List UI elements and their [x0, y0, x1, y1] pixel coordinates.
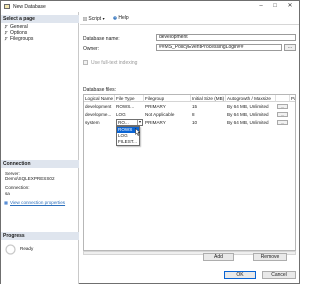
wrench-icon — [4, 30, 8, 34]
cell-filegroup[interactable]: PRIMARY — [144, 103, 191, 110]
dropdown-option-filestream[interactable]: FILEST... — [117, 139, 139, 145]
cell-initial-size[interactable]: 8 — [191, 111, 226, 118]
file-type-combo-value: RO... — [118, 120, 129, 125]
fulltext-checkbox[interactable] — [83, 60, 88, 65]
minimize-button[interactable]: – — [255, 2, 267, 11]
help-label: Help — [118, 15, 129, 21]
page-item-label: Filegroups — [10, 36, 34, 42]
remove-button[interactable]: Remove — [253, 253, 287, 261]
ok-button[interactable]: OK — [224, 271, 256, 279]
column-header-file-type[interactable]: File Type — [115, 95, 144, 102]
database-name-input[interactable]: development — [156, 34, 296, 41]
file-type-combo[interactable]: RO... ▼ — [116, 119, 143, 126]
column-header-logical-name[interactable]: Logical Name — [84, 95, 115, 102]
progress-status: Ready — [20, 246, 34, 251]
autogrowth-edit-button[interactable]: ... — [277, 104, 288, 109]
add-button[interactable]: Add — [203, 253, 234, 261]
view-connection-properties[interactable]: View connection properties — [4, 200, 65, 205]
page-item-filegroups[interactable]: Filegroups — [4, 36, 33, 42]
toolbar: Script ▾ ? Help — [80, 12, 299, 25]
view-connection-link: View connection properties — [10, 200, 66, 205]
column-header-blank — [276, 95, 290, 102]
server-value: Demo\SQLEXPRESS02 — [5, 176, 55, 181]
cell-file-type[interactable]: ROWS... — [115, 103, 144, 110]
autogrowth-edit-button[interactable]: ... — [277, 112, 288, 117]
left-panel: Select a page General Options Filegroups… — [1, 12, 79, 284]
cell-initial-size[interactable]: 15 — [191, 103, 226, 110]
wrench-icon — [4, 36, 8, 40]
column-header-initial-size[interactable]: Initial Size (MB) — [191, 95, 226, 102]
connection-label: Connection: — [5, 185, 30, 190]
cancel-button[interactable]: Cancel — [262, 271, 296, 279]
owner-label: Owner: — [83, 46, 100, 52]
mouse-cursor-icon — [135, 128, 141, 136]
chevron-down-icon[interactable]: ▼ — [137, 120, 142, 125]
cell-filegroup[interactable]: PRIMARY — [144, 119, 191, 126]
database-files-grid: Logical Name File Type Filegroup Initial… — [83, 94, 296, 251]
close-button[interactable]: ✕ — [284, 2, 296, 11]
script-icon — [83, 16, 87, 21]
database-files-label: Database files: — [83, 87, 117, 93]
title-bar: New Database – □ ✕ — [1, 1, 299, 12]
chevron-down-icon: ▾ — [102, 16, 105, 21]
help-icon: ? — [113, 16, 117, 20]
cell-logical-name[interactable]: system — [84, 119, 115, 126]
new-database-window: New Database – □ ✕ Select a page General… — [0, 0, 300, 284]
fulltext-label: Use full-text indexing — [91, 60, 138, 66]
cell-autogrowth: By 64 MB, Unlimited — [227, 104, 269, 109]
cell-logical-name[interactable]: development — [84, 103, 115, 110]
column-header-path[interactable]: Pa — [290, 95, 295, 102]
database-icon — [4, 4, 10, 9]
cell-file-type[interactable]: LOG — [115, 111, 144, 118]
progress-header: Progress — [1, 232, 79, 240]
select-page-header: Select a page — [1, 15, 79, 23]
autogrowth-edit-button[interactable]: ... — [277, 120, 288, 125]
window-title: New Database — [13, 4, 46, 10]
connection-header: Connection — [1, 160, 79, 168]
maximize-button[interactable]: □ — [269, 2, 281, 11]
cell-logical-name[interactable]: developme... — [84, 111, 115, 118]
column-header-autogrowth[interactable]: Autogrowth / Maxsize — [226, 95, 276, 102]
properties-icon — [4, 200, 8, 205]
wrench-icon — [4, 24, 8, 28]
script-button[interactable]: Script ▾ — [83, 15, 105, 22]
owner-browse-button[interactable]: ... — [284, 44, 296, 51]
database-name-label: Database name: — [83, 36, 120, 42]
owner-input[interactable]: ##MS_PolicyEventProcessingLogin## — [156, 44, 282, 51]
script-label: Script — [88, 16, 102, 22]
progress-spinner-icon — [5, 244, 16, 255]
connection-value: sa — [5, 191, 10, 196]
column-header-filegroup[interactable]: Filegroup — [144, 95, 191, 102]
cell-autogrowth: By 64 MB, Unlimited — [227, 112, 269, 117]
help-button[interactable]: ? Help — [113, 15, 129, 22]
cell-autogrowth: By 64 MB, Unlimited — [227, 120, 269, 125]
main-panel: Script ▾ ? Help Database name: developme… — [80, 12, 299, 284]
cell-initial-size[interactable]: 10 — [191, 119, 226, 126]
cell-filegroup[interactable]: Not Applicable — [144, 111, 191, 118]
